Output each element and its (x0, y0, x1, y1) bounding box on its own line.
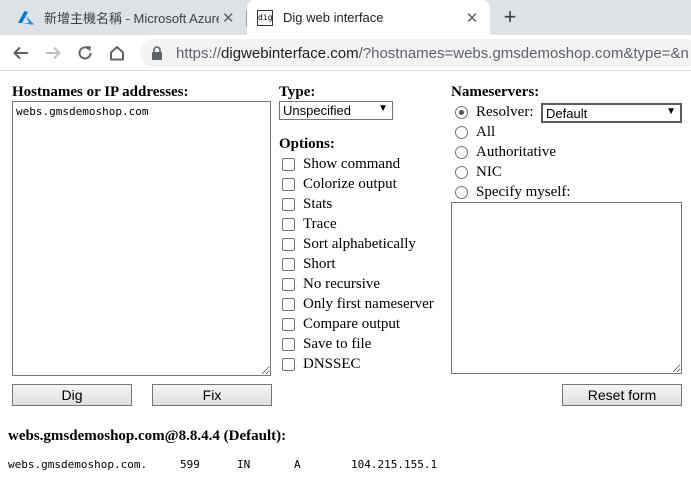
radio-button[interactable] (455, 165, 468, 179)
nameservers-textarea[interactable] (451, 202, 682, 374)
checkbox[interactable] (282, 357, 295, 371)
option-label: Save to file (303, 335, 372, 352)
tab-azure[interactable]: 新增主機名稱 - Microsoft Azure ✕ (8, 0, 246, 35)
option-compare-output[interactable]: Compare output (282, 314, 400, 334)
checkbox[interactable] (282, 297, 295, 311)
type-select-value: Unspecified (283, 103, 351, 118)
record-type: A (294, 458, 301, 471)
option-label: Colorize output (303, 175, 397, 192)
azure-icon (18, 10, 34, 26)
type-label: Type: (279, 84, 316, 100)
checkbox[interactable] (282, 177, 295, 191)
checkbox[interactable] (282, 217, 295, 231)
option-label: Trace (303, 215, 337, 232)
nameserver-specify-myself[interactable]: Specify myself: (455, 182, 571, 202)
hostnames-textarea[interactable]: webs.gmsdemoshop.com (12, 101, 271, 376)
dropdown-arrow-icon: ▼ (378, 103, 388, 114)
option-colorize-output[interactable]: Colorize output (282, 174, 397, 194)
address-bar[interactable]: https://digwebinterface.com/?hostnames=w… (140, 39, 691, 67)
close-icon[interactable]: ✕ (462, 8, 482, 28)
radio-button[interactable] (455, 105, 468, 119)
radio-button[interactable] (455, 145, 468, 159)
record-name: webs.gmsdemoshop.com. (8, 458, 148, 471)
browser-toolbar: https://digwebinterface.com/?hostnames=w… (0, 35, 691, 71)
checkbox[interactable] (282, 337, 295, 351)
dropdown-arrow-icon: ▼ (666, 106, 676, 117)
nameserver-all[interactable]: All (455, 122, 495, 142)
radio-button[interactable] (455, 185, 468, 199)
tab-dig[interactable]: dig Dig web interface ✕ (247, 0, 490, 35)
resolver-select[interactable]: Default ▼ (541, 103, 682, 123)
url-text: https://digwebinterface.com/?hostnames=w… (176, 45, 689, 62)
tab-strip: 新增主機名稱 - Microsoft Azure ✕ dig Dig web i… (0, 0, 691, 35)
tab-title: Dig web interface (283, 10, 384, 25)
hostnames-label: Hostnames or IP addresses: (12, 84, 189, 100)
dig-web-interface-page: Hostnames or IP addresses: webs.gmsdemos… (0, 72, 691, 484)
nameserver-nic[interactable]: NIC (455, 162, 502, 182)
option-only-first-nameserver[interactable]: Only first nameserver (282, 294, 434, 314)
home-icon[interactable] (104, 40, 130, 66)
checkbox[interactable] (282, 257, 295, 271)
option-label: Short (303, 255, 336, 272)
option-label: Compare output (303, 315, 401, 332)
dig-button[interactable]: Dig (12, 384, 132, 406)
option-dnssec[interactable]: DNSSEC (282, 354, 361, 374)
checkbox[interactable] (282, 157, 295, 171)
record-value: 104.215.155.1 (351, 458, 438, 471)
forward-arrow-icon[interactable] (40, 40, 66, 66)
radio-button[interactable] (455, 125, 468, 139)
option-label: Only first nameserver (303, 295, 434, 312)
new-tab-plus-icon[interactable]: + (497, 4, 523, 30)
reset-form-button[interactable]: Reset form (562, 384, 682, 406)
checkbox[interactable] (282, 277, 295, 291)
radio-label: Authoritative (476, 143, 556, 160)
favicon-text: dig (257, 9, 273, 26)
option-stats[interactable]: Stats (282, 194, 332, 214)
resolver-select-value: Default (546, 105, 588, 121)
checkbox[interactable] (282, 317, 295, 331)
option-label: Show command (303, 155, 401, 172)
checkbox[interactable] (282, 197, 295, 211)
option-save-to-file[interactable]: Save to file (282, 334, 371, 354)
radio-label: Specify myself: (476, 183, 571, 200)
nameserver-resolver[interactable]: Resolver: (455, 102, 534, 122)
option-label: Sort alphabetically (303, 235, 416, 252)
option-label: DNSSEC (303, 355, 361, 372)
fix-button[interactable]: Fix (152, 384, 272, 406)
url-host: digwebinterface.com (221, 44, 359, 62)
options-label: Options: (279, 136, 335, 152)
checkbox[interactable] (282, 237, 295, 251)
back-arrow-icon[interactable] (8, 40, 34, 66)
radio-label: Resolver: (476, 103, 534, 120)
record-ttl: 599 (180, 458, 200, 471)
dig-favicon-icon: dig (257, 9, 273, 26)
record-class: IN (237, 458, 251, 471)
type-select[interactable]: Unspecified ▼ (279, 101, 393, 120)
option-short[interactable]: Short (282, 254, 336, 274)
url-path: /?hostnames=webs.gmsdemoshop.com&type=&n (358, 44, 689, 62)
option-label: Stats (303, 195, 333, 212)
tab-title: 新增主機名稱 - Microsoft Azure (44, 11, 219, 26)
option-sort-alphabetically[interactable]: Sort alphabetically (282, 234, 416, 254)
option-show-command[interactable]: Show command (282, 154, 400, 174)
option-label: No recursive (303, 275, 381, 292)
nameserver-authoritative[interactable]: Authoritative (455, 142, 556, 162)
nameservers-label: Nameservers: (451, 84, 540, 100)
url-scheme: https:// (176, 44, 222, 62)
result-heading: webs.gmsdemoshop.com@8.8.4.4 (Default): (8, 428, 287, 444)
radio-label: All (476, 123, 496, 140)
radio-label: NIC (476, 163, 502, 180)
lock-icon[interactable] (150, 46, 164, 60)
option-trace[interactable]: Trace (282, 214, 337, 234)
option-no-recursive[interactable]: No recursive (282, 274, 380, 294)
reload-icon[interactable] (72, 40, 98, 66)
close-icon[interactable]: ✕ (219, 8, 238, 28)
